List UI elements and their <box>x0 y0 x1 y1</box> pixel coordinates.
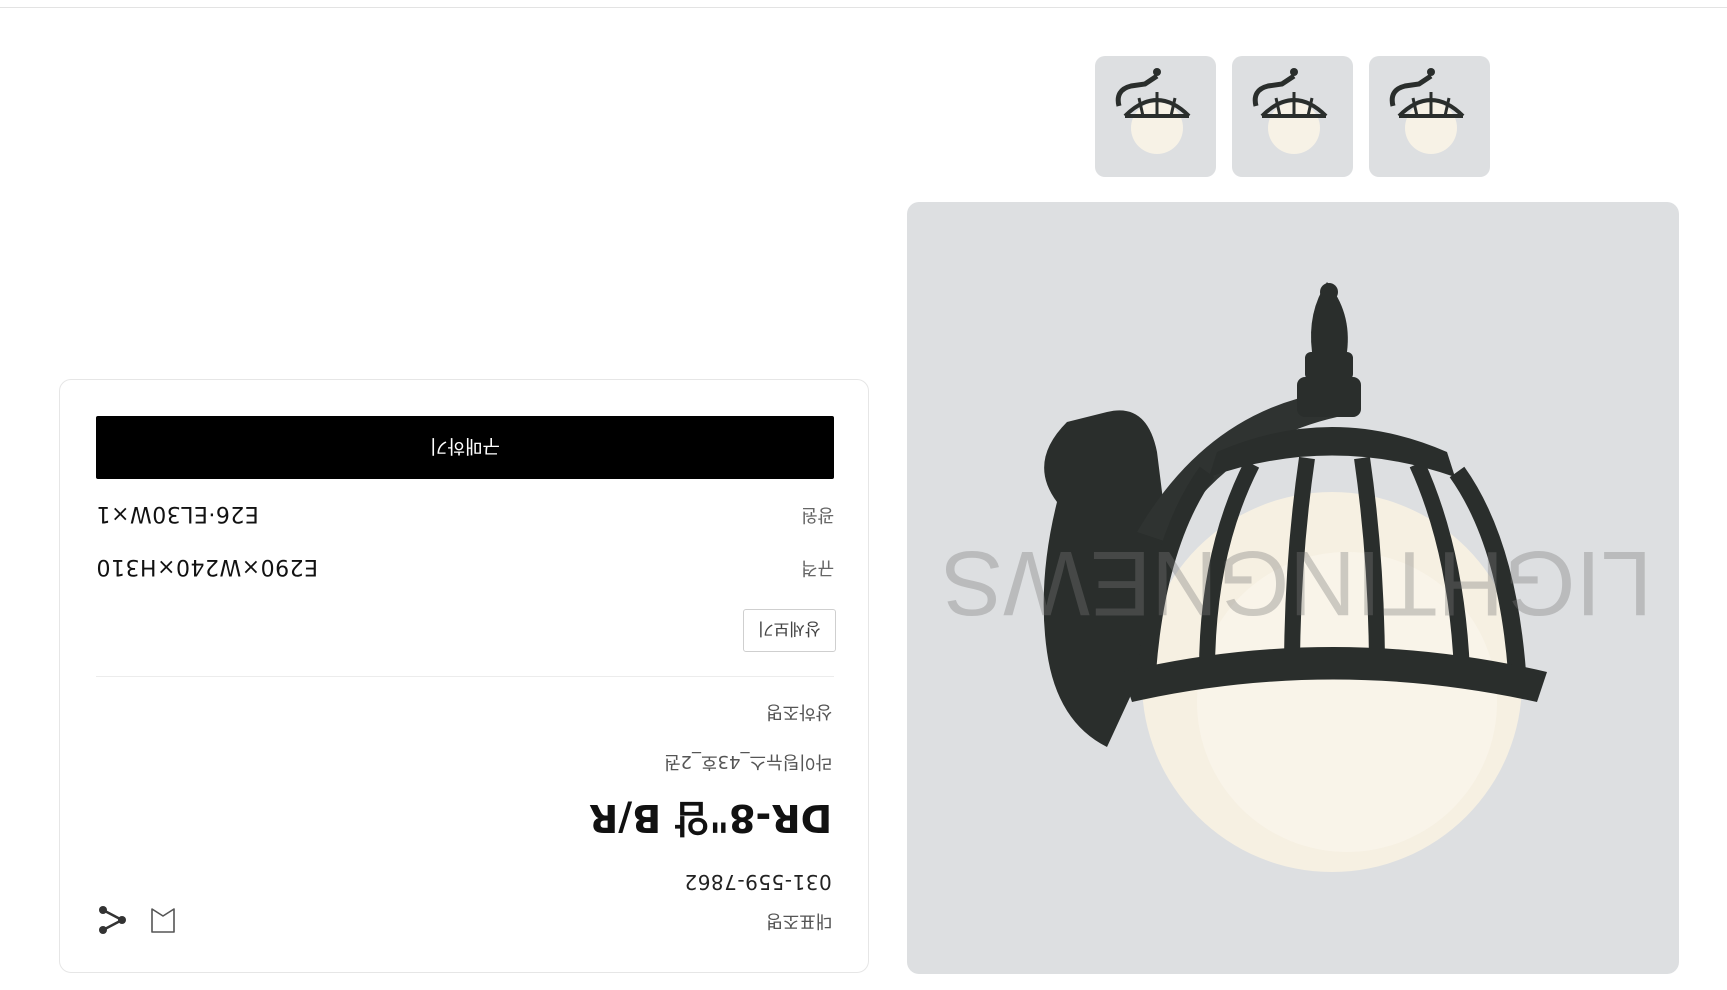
lamp-image: LIGHTINGNEWS <box>942 282 1652 872</box>
spec-row-size: E290×W240×H310 규격 <box>96 554 834 584</box>
buy-button[interactable]: 구매하기 <box>96 416 834 479</box>
product-title: DR-8"암 B/R <box>588 796 832 840</box>
thumbnail-2[interactable] <box>1232 56 1353 177</box>
main-product-image: LIGHTINGNEWS <box>907 202 1679 974</box>
spec-value-size: E290×W240×H310 <box>96 554 319 579</box>
spec-value-light-source: E26·EL30W×1 <box>96 501 259 526</box>
card-divider <box>96 676 834 677</box>
header-divider <box>0 7 1727 8</box>
spec-label-size: 규격 <box>800 557 834 578</box>
thumbnail-1[interactable] <box>1095 56 1216 177</box>
page: 구매하기 E26·EL30W×1 광원 E290×W240×H310 규격 상세… <box>0 0 1727 990</box>
catalog-source: 라이팅뉴스_43호_2권 <box>663 751 832 772</box>
product-info-card: 구매하기 E26·EL30W×1 광원 E290×W240×H310 규격 상세… <box>59 379 869 973</box>
brand-name: 상하조명 <box>765 701 832 722</box>
lamp-thumbnail-image <box>1389 68 1465 154</box>
watermark: LIGHTINGNEWS <box>942 532 1652 634</box>
detail-view-label: 상세보기 <box>758 618 821 638</box>
company-name: 대표조명 <box>765 910 832 931</box>
spec-label-light-source: 광원 <box>800 504 834 525</box>
phone-number: 031-559-7862 <box>684 870 832 894</box>
share-icon[interactable] <box>96 904 128 936</box>
buy-button-label: 구매하기 <box>430 435 500 456</box>
spec-row-light-source: E26·EL30W×1 광원 <box>96 501 834 531</box>
lamp-thumbnail-image <box>1115 68 1191 154</box>
thumbnail-3[interactable] <box>1369 56 1490 177</box>
detail-view-button[interactable]: 상세보기 <box>743 609 836 652</box>
lamp-thumbnail-image <box>1252 68 1328 154</box>
bookmark-icon[interactable] <box>148 905 178 935</box>
